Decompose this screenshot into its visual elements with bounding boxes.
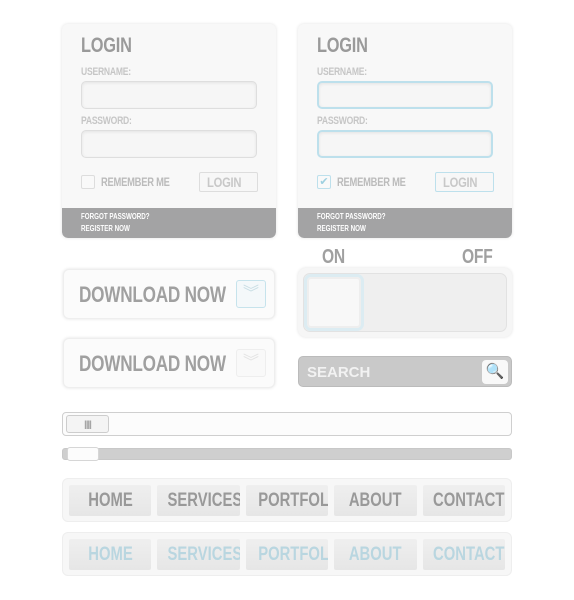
download-button[interactable]: DOWNLOAD NOW ︾ [63, 338, 275, 388]
nav-item-about-us[interactable]: ABOUT US [334, 485, 417, 516]
search-bar: 🔍 [298, 356, 512, 387]
nav-bar-default: HOME SERVICES PORTFOLIO ABOUT US CONTACT [62, 478, 512, 522]
toggle-off-label: OFF [462, 246, 493, 268]
nav-item-contact[interactable]: CONTACT [422, 485, 506, 516]
username-field[interactable] [317, 81, 493, 109]
nav-label: SERVICES [167, 544, 240, 565]
password-label: PASSWORD: [317, 115, 368, 127]
password-field[interactable] [81, 130, 257, 158]
scrollbar-thumb[interactable]: III [66, 415, 109, 433]
nav-item-about-us[interactable]: ABOUT US [334, 539, 417, 570]
download-label: DOWNLOAD NOW [79, 282, 226, 307]
forgot-password-link[interactable]: FORGOT PASSWORD? [317, 212, 386, 221]
username-label: USERNAME: [317, 66, 367, 78]
forgot-password-link[interactable]: FORGOT PASSWORD? [81, 212, 150, 221]
toggle-knob[interactable] [304, 274, 364, 331]
login-button[interactable]: LOGIN [199, 172, 258, 192]
remember-checkbox[interactable] [81, 175, 95, 189]
double-chevron-down-icon: ︾ [236, 349, 266, 377]
remember-checkbox[interactable]: ✔ [317, 175, 331, 189]
nav-label: PORTFOLIO [258, 490, 329, 511]
username-label: USERNAME: [81, 66, 131, 78]
login-title: LOGIN [81, 34, 132, 57]
nav-label: ABOUT US [349, 544, 402, 565]
login-title: LOGIN [317, 34, 368, 57]
nav-label: ABOUT US [349, 490, 402, 511]
remember-label: REMEMBER ME [337, 175, 406, 189]
nav-label: CONTACT [432, 490, 505, 511]
nav-item-portfolio[interactable]: PORTFOLIO [245, 539, 329, 570]
nav-label: PORTFOLIO [258, 544, 329, 565]
register-link[interactable]: REGISTER NOW [317, 224, 366, 233]
search-icon[interactable]: 🔍 [482, 360, 508, 384]
register-link[interactable]: REGISTER NOW [81, 224, 130, 233]
login-button-label: LOGIN [207, 174, 242, 190]
slider-track[interactable] [62, 447, 512, 461]
nav-item-portfolio[interactable]: PORTFOLIO [245, 485, 329, 516]
nav-item-contact[interactable]: CONTACT [422, 539, 506, 570]
login-button-label: LOGIN [443, 174, 478, 190]
password-field[interactable] [317, 130, 493, 158]
username-field[interactable] [81, 81, 257, 109]
nav-item-services[interactable]: SERVICES [157, 485, 240, 516]
login-panel-default: LOGIN USERNAME: PASSWORD: REMEMBER ME LO… [62, 24, 276, 238]
nav-item-home[interactable]: HOME [69, 539, 152, 570]
horizontal-scrollbar[interactable]: III [62, 412, 512, 436]
on-off-toggle[interactable] [298, 268, 512, 337]
slider-thumb[interactable] [67, 447, 99, 461]
password-label: PASSWORD: [81, 115, 132, 127]
nav-label: HOME [87, 490, 133, 511]
search-input[interactable] [307, 362, 467, 382]
nav-item-services[interactable]: SERVICES [157, 539, 240, 570]
nav-bar-hover: HOME SERVICES PORTFOLIO ABOUT US CONTACT [62, 532, 512, 576]
remember-label: REMEMBER ME [101, 175, 170, 189]
double-chevron-down-icon: ︾ [236, 280, 266, 308]
nav-label: CONTACT [432, 544, 505, 565]
nav-item-home[interactable]: HOME [69, 485, 152, 516]
download-button[interactable]: DOWNLOAD NOW ︾ [63, 269, 275, 319]
login-panel-focused: LOGIN USERNAME: PASSWORD: ✔ REMEMBER ME … [298, 24, 512, 238]
nav-label: SERVICES [167, 490, 240, 511]
login-button[interactable]: LOGIN [435, 172, 494, 192]
login-footer: FORGOT PASSWORD? REGISTER NOW [298, 208, 512, 238]
download-label: DOWNLOAD NOW [79, 351, 226, 376]
toggle-on-label: ON [322, 246, 345, 268]
check-icon: ✔ [319, 176, 329, 188]
login-footer: FORGOT PASSWORD? REGISTER NOW [62, 208, 276, 238]
nav-label: HOME [87, 544, 133, 565]
